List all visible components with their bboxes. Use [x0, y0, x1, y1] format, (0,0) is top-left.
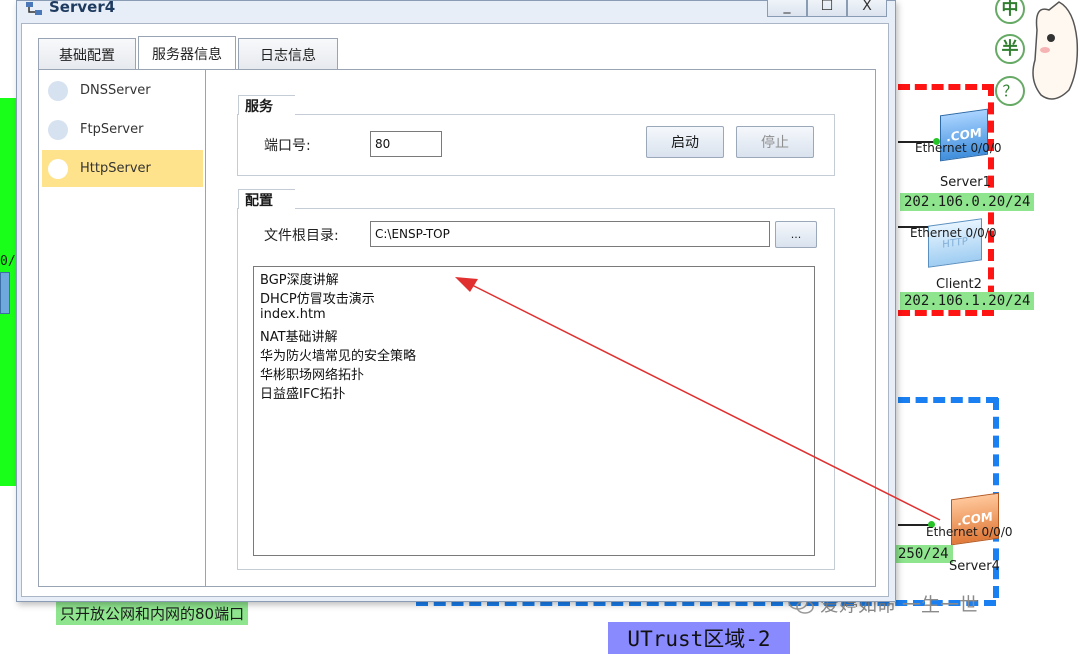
server-type-list: DNSServer FtpServer HttpServer — [39, 70, 206, 586]
left-device-icon — [0, 272, 10, 314]
blue-zone-border-top — [898, 397, 998, 403]
list-item[interactable]: DHCP仿冒攻击演示 — [260, 288, 375, 307]
sidebar-item-label: HttpServer — [80, 161, 151, 176]
browse-button[interactable]: ... — [775, 221, 817, 248]
app-icon — [26, 2, 42, 15]
list-item[interactable]: 日益盛IFC拓扑 — [260, 383, 345, 402]
sidebar-item-label: FtpServer — [80, 122, 144, 137]
start-button[interactable]: 启动 — [646, 126, 724, 158]
file-list[interactable]: BGP深度讲解 DHCP仿冒攻击演示 index.htm NAT基础讲解 华为防… — [253, 266, 815, 556]
ftp-server-icon — [48, 119, 68, 140]
tab-log-info[interactable]: 日志信息 — [238, 38, 338, 70]
server-info-panel: DNSServer FtpServer HttpServer 服务 端口号: 8… — [38, 69, 876, 587]
list-item[interactable]: BGP深度讲解 — [260, 269, 339, 288]
http-server-icon — [48, 158, 68, 179]
server1-name: Server1 — [940, 175, 991, 190]
sidebar-item-ftpserver[interactable]: FtpServer — [42, 111, 203, 148]
client2-name: Client2 — [936, 277, 982, 292]
close-button[interactable]: X — [847, 0, 887, 17]
maximize-button[interactable]: ☐ — [807, 0, 847, 17]
sidebar-item-label: DNSServer — [80, 83, 151, 98]
dialog-body: 基础配置 服务器信息 日志信息 DNSServer FtpServer Http… — [21, 23, 889, 597]
client2-ip: 202.106.1.20/24 — [900, 292, 1035, 310]
dns-server-icon — [48, 80, 68, 101]
server4-dialog: Server4 _ ☐ X 基础配置 服务器信息 日志信息 DNSServer … — [16, 0, 896, 602]
tab-server-info[interactable]: 服务器信息 — [138, 36, 236, 70]
zone-label: UTrust区域-2 — [608, 622, 790, 654]
stop-button[interactable]: 停止 — [736, 126, 814, 158]
minimize-button[interactable]: _ — [767, 0, 807, 17]
title-bar[interactable]: Server4 _ ☐ X — [17, 0, 895, 19]
window-title: Server4 — [49, 0, 116, 16]
sticker-char-1: 中 — [995, 0, 1025, 24]
server1-port-label: Ethernet 0/0/0 — [915, 141, 1002, 155]
sidebar-item-dnsserver[interactable]: DNSServer — [42, 72, 203, 109]
sidebar-item-httpserver[interactable]: HttpServer — [42, 150, 203, 187]
root-dir-label: 文件根目录: — [264, 228, 339, 244]
root-dir-input[interactable]: C:\ENSP-TOP — [370, 221, 770, 247]
server4-name: Server4 — [949, 559, 1000, 574]
server4-ip: 250/24 — [894, 545, 953, 563]
tab-basic-config[interactable]: 基础配置 — [38, 38, 136, 70]
server4-port-label: Ethernet 0/0/0 — [926, 525, 1013, 539]
config-group-title: 配置 — [238, 189, 295, 209]
server1-ip: 202.106.0.20/24 — [900, 193, 1035, 211]
bottom-note: 只开放公网和内网的80端口 — [56, 602, 249, 625]
list-item[interactable]: NAT基础讲解 — [260, 326, 338, 345]
list-item[interactable]: 华彬职场网络拓扑 — [260, 364, 364, 383]
cat-sticker: 中 半 ？ — [985, 0, 1080, 115]
cat-face-icon — [1032, 1, 1079, 100]
port-input[interactable]: 80 — [370, 131, 442, 157]
port-label: 端口号: — [264, 138, 311, 154]
service-group: 服务 端口号: 80 启动 停止 — [237, 95, 835, 176]
service-group-title: 服务 — [238, 95, 295, 115]
list-item[interactable]: index.htm — [260, 307, 326, 322]
sticker-char-2: 半 — [995, 34, 1025, 64]
sticker-char-3: ？ — [995, 76, 1025, 106]
list-item[interactable]: 华为防火墙常见的安全策略 — [260, 345, 416, 364]
client2-port-label: Ethernet 0/0/0 — [910, 226, 997, 240]
